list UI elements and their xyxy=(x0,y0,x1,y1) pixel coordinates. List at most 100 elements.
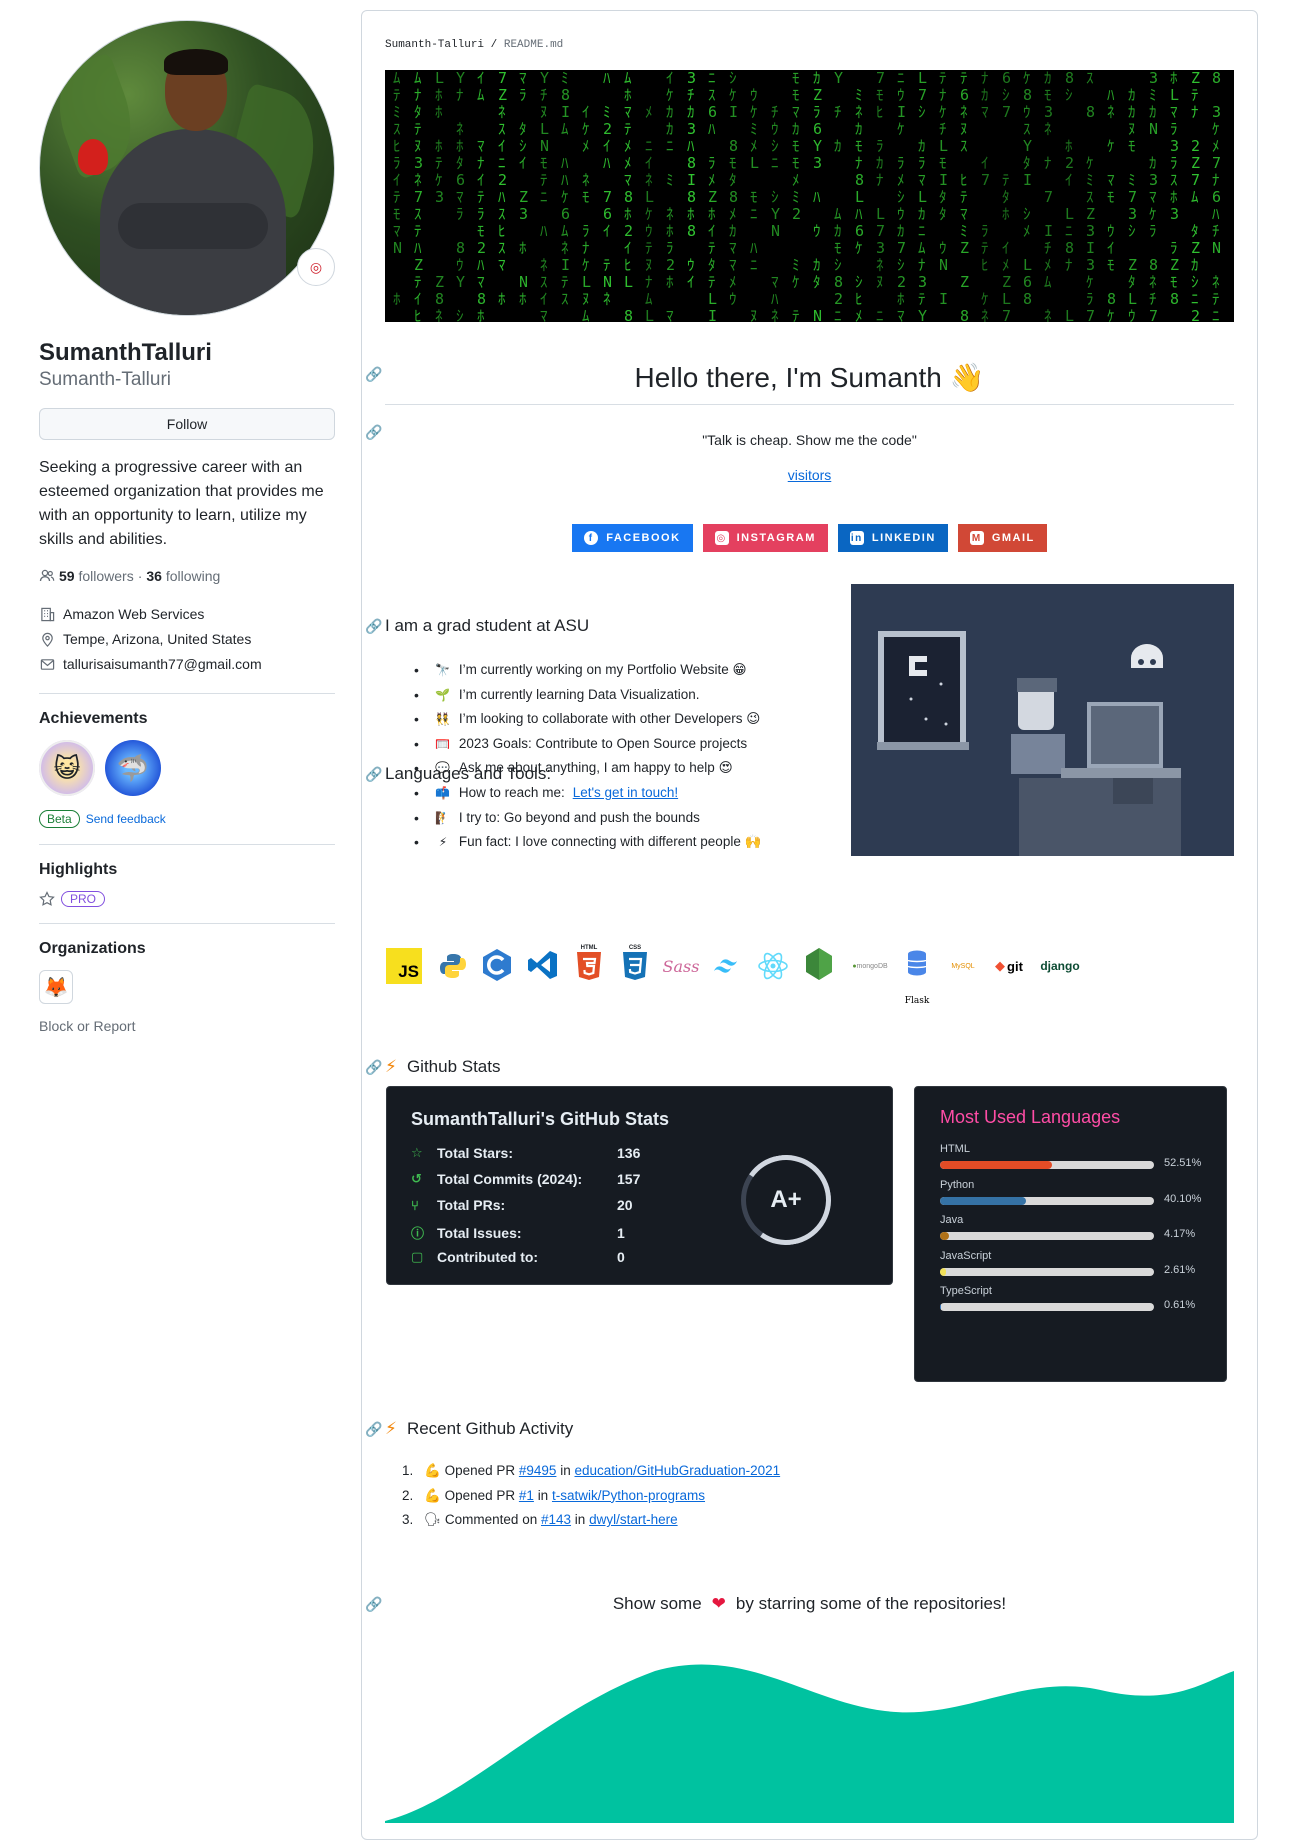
css3-icon: CSS xyxy=(617,945,653,981)
readme-quote: "Talk is cheap. Show me the code" xyxy=(702,432,917,448)
recent-activity-list: 1. 💪 Opened PR #9495 in education/GitHubG… xyxy=(402,1459,780,1533)
vcard-email: tallurisaisumanth77@gmail.com xyxy=(39,652,335,677)
readme-greeting-heading: Hello there, I'm Sumanth 👋 xyxy=(634,362,985,393)
email-link[interactable]: tallurisaisumanth77@gmail.com xyxy=(63,652,262,677)
javascript-icon: JS xyxy=(386,948,422,984)
anchor-link-icon[interactable]: 🔗 xyxy=(365,366,382,383)
flask-icon: Flask xyxy=(904,996,930,1006)
stats-card-title: SumanthTalluri's GitHub Stats xyxy=(411,1109,669,1129)
send-feedback-link[interactable]: Send feedback xyxy=(86,812,166,826)
anchor-link-icon[interactable]: 🔗 xyxy=(365,1596,382,1613)
highlights-pro: PRO xyxy=(39,891,335,907)
stats-heading: ⚡ Github Stats xyxy=(385,1057,501,1076)
bullet-emoji: ⚡ xyxy=(438,835,448,850)
about-bullets: 🔭I’m currently working on my Portfolio W… xyxy=(414,658,761,855)
facebook-icon: f xyxy=(584,531,599,545)
pr-link[interactable]: #143 xyxy=(541,1512,571,1527)
breadcrumb-user[interactable]: Sumanth-Talluri xyxy=(385,39,484,51)
block-report-link[interactable]: Block or Report xyxy=(39,1018,335,1034)
language-progress-bar xyxy=(940,1232,1154,1240)
python-icon xyxy=(435,948,471,984)
language-progress-bar xyxy=(940,1303,1154,1311)
tailwind-icon xyxy=(709,948,745,984)
sass-icon: Sass xyxy=(662,956,700,976)
language-progress-bar xyxy=(940,1161,1154,1169)
bullet-emoji: 🔭 xyxy=(435,663,451,677)
stats-grade-ring: A+ xyxy=(741,1155,831,1245)
achievement-shark-icon[interactable]: 🦈 xyxy=(105,740,161,796)
highlights-heading: Highlights xyxy=(39,861,118,878)
star-icon xyxy=(39,891,55,906)
language-progress-bar xyxy=(940,1196,1154,1205)
contact-link[interactable]: Let's get in touch! xyxy=(573,781,678,806)
language-name: Python xyxy=(940,1178,975,1191)
organizations-heading: Organizations xyxy=(39,940,146,957)
anchor-link-icon[interactable]: 🔗 xyxy=(365,1421,382,1438)
vcard-location: Tempe, Arizona, United States xyxy=(39,627,335,652)
profile-name: SumanthTalluri xyxy=(39,339,212,366)
visitors-badge[interactable]: visitors xyxy=(385,467,1234,483)
anchor-link-icon[interactable]: 🔗 xyxy=(365,1059,382,1076)
repo-link[interactable]: t-satwik/Python-programs xyxy=(552,1488,705,1503)
instagram-badge[interactable]: ◎ INSTAGRAM xyxy=(702,524,828,552)
about-bullet-item: 📫How to reach me: Let's get in touch! xyxy=(414,781,761,806)
about-bullet-item: 🔭I’m currently working on my Portfolio W… xyxy=(414,658,761,683)
star-repos-message: Show some ❤ by starring some of the reposi… xyxy=(612,1594,1007,1613)
linkedin-icon: in xyxy=(849,531,864,545)
git-icon: ◆ git xyxy=(995,958,1023,974)
people-icon xyxy=(39,569,55,582)
readme-box: Sumanth-Talluri / README.md ﾑ ﾃ ﾐ ｽ ﾋ ﾗ … xyxy=(361,10,1258,1840)
html5-icon: HTML xyxy=(571,945,607,981)
bullet-emoji: 🌱 xyxy=(435,687,451,702)
facebook-badge[interactable]: f FACEBOOK xyxy=(572,524,693,552)
profile-bio: Seeking a progressive career with an est… xyxy=(39,459,324,548)
repo-link[interactable]: education/GitHubGraduation-2021 xyxy=(574,1463,780,1478)
follow-button[interactable]: Follow xyxy=(39,408,335,440)
anchor-link-icon[interactable]: 🔗 xyxy=(365,618,382,635)
language-row: Java 4.17% xyxy=(940,1214,1210,1240)
language-row: TypeScript 0.61% xyxy=(940,1285,1210,1311)
status-target-icon[interactable]: ◎ xyxy=(297,248,335,286)
vscode-icon xyxy=(525,947,561,983)
about-bullet-item: 👯I’m looking to collaborate with other D… xyxy=(414,707,761,732)
language-percent: 2.61% xyxy=(1164,1263,1196,1276)
language-name: TypeScript xyxy=(940,1285,992,1297)
react-icon xyxy=(755,948,791,984)
achievements-beta-row: Beta Send feedback xyxy=(39,810,335,828)
language-percent: 52.51% xyxy=(1164,1157,1202,1169)
location-icon xyxy=(39,632,55,648)
language-row: HTML 52.51% xyxy=(940,1143,1210,1169)
gmail-badge[interactable]: M GMAIL xyxy=(957,524,1047,552)
linkedin-badge[interactable]: in LINKEDIN xyxy=(837,524,948,552)
language-name: JavaScript xyxy=(940,1249,992,1262)
achievements-list: 😺 🦈 xyxy=(39,740,335,796)
achievement-yolo-icon[interactable]: 😺 xyxy=(39,740,95,796)
grad-heading: I am a grad student at ASU xyxy=(385,616,590,635)
language-progress-bar xyxy=(940,1267,1154,1276)
nodejs-icon xyxy=(801,946,837,982)
pr-link[interactable]: #9495 xyxy=(519,1463,557,1478)
repo-link[interactable]: dwyl/start-here xyxy=(589,1512,678,1527)
organization-icon xyxy=(39,607,55,623)
stat-row: ▢ Contributed to: 0 xyxy=(411,1249,625,1265)
anchor-link-icon[interactable]: 🔗 xyxy=(365,766,382,783)
pr-link[interactable]: #1 xyxy=(519,1488,534,1503)
developer-pixel-art-image xyxy=(851,584,1234,856)
repo-icon: ▢ xyxy=(411,1249,424,1264)
following-link[interactable]: 36 following xyxy=(146,568,220,584)
top-languages-card: Most Used Languages HTML 52.51% Python 40.1… xyxy=(914,1086,1227,1382)
organization-avatar[interactable]: 🦊 xyxy=(39,970,73,1004)
language-percent: 0.61% xyxy=(1164,1299,1196,1311)
django-icon: django xyxy=(1040,959,1080,973)
mongodb-icon: ● mongoDB xyxy=(852,962,888,970)
matrix-banner-image: ﾑ ﾃ ﾐ ｽ ﾋ ﾗ ｲ ﾃ ﾓ ﾏ N ﾎ ﾑ ﾅ ﾀ ﾃ ﾇ 3 ﾈ 7 … xyxy=(385,70,1234,322)
mail-icon xyxy=(39,657,55,673)
breadcrumb-file[interactable]: README.md xyxy=(504,39,563,51)
anchor-link-icon[interactable]: 🔗 xyxy=(365,424,382,441)
followers-link[interactable]: 59 followers xyxy=(59,568,134,584)
avatar[interactable] xyxy=(39,20,335,316)
about-bullet-item: 🌱I’m currently learning Data Visualizati… xyxy=(414,683,761,708)
pro-badge[interactable]: PRO xyxy=(61,891,106,907)
issue-icon: ⓘ xyxy=(411,1226,425,1241)
stat-row: ☆ Total Stars: 136 xyxy=(411,1145,641,1161)
